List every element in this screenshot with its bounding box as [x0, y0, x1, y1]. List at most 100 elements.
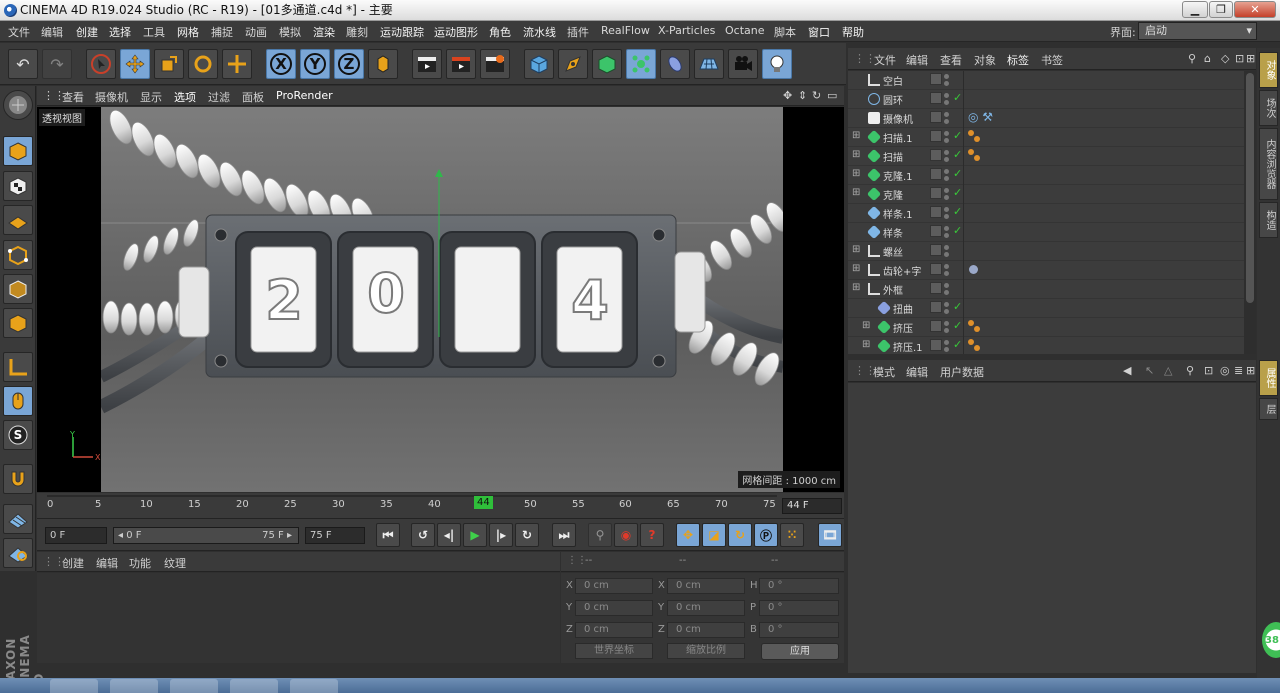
start-frame-field[interactable]: 0 F — [45, 527, 107, 544]
render-visibility-dot[interactable] — [944, 100, 949, 105]
object-menu-bookmarks[interactable]: 书签 — [1041, 52, 1063, 68]
lock-workplane-button[interactable] — [3, 504, 33, 534]
new-panel-icon[interactable]: ⊞ — [1246, 52, 1255, 65]
menu-render[interactable]: 渲染 — [313, 24, 335, 40]
object-row[interactable]: 样条 ✓ — [848, 223, 1244, 242]
render-visibility-dot[interactable] — [944, 81, 949, 86]
y-axis-button[interactable]: Y — [300, 49, 330, 79]
viewport-menu-options[interactable]: 选项 — [174, 89, 196, 105]
layer-toggle[interactable] — [930, 92, 942, 104]
object-row[interactable]: ⊞ 挤压.1 ✓ — [848, 337, 1244, 354]
object-menu-file[interactable]: 文件 — [874, 52, 896, 68]
attr-new-panel-icon[interactable]: ⊞ — [1246, 364, 1255, 377]
render-visibility-dot[interactable] — [944, 119, 949, 124]
expand-icon[interactable]: ⊞ — [852, 244, 860, 255]
menu-simulate[interactable]: 模拟 — [279, 24, 301, 40]
layout-select[interactable]: 启动 ▾ — [1138, 22, 1257, 40]
object-list-scrollbar[interactable] — [1244, 71, 1256, 354]
cube-object-button[interactable] — [524, 49, 554, 79]
workplane-mode-button[interactable] — [3, 205, 33, 235]
close-button[interactable]: ✕ — [1234, 1, 1276, 18]
enabled-check-icon[interactable]: ✓ — [953, 91, 962, 104]
editor-visibility-dot[interactable] — [944, 112, 949, 117]
editor-visibility-dot[interactable] — [944, 188, 949, 193]
enabled-check-icon[interactable]: ✓ — [953, 338, 962, 351]
attr-search-icon[interactable]: ⚲ — [1186, 364, 1194, 377]
expand-icon[interactable]: ⊞ — [852, 263, 860, 274]
viewport-move-icon[interactable]: ✥ — [783, 89, 792, 102]
render-view-button[interactable] — [412, 49, 442, 79]
expand-icon[interactable]: ⊞ — [852, 130, 860, 141]
deformer-button[interactable] — [660, 49, 690, 79]
taskbar-app-4[interactable] — [230, 679, 278, 693]
menu-motion-tracking[interactable]: 运动跟踪 — [380, 24, 424, 40]
select-tool-button[interactable] — [86, 49, 116, 79]
material-menu-edit[interactable]: 编辑 — [96, 555, 118, 571]
timeline-window-button[interactable]: 🎞 — [818, 523, 842, 547]
go-to-end-button[interactable]: ⏭ — [552, 523, 576, 547]
menu-octane[interactable]: Octane — [725, 24, 765, 37]
make-editable-button[interactable] — [3, 90, 33, 120]
editor-visibility-dot[interactable] — [944, 340, 949, 345]
object-menu-objects[interactable]: 对象 — [974, 52, 996, 68]
object-row[interactable]: 空白 — [848, 71, 1244, 90]
model-mode-button[interactable] — [3, 136, 33, 166]
object-row[interactable]: ⊞ 齿轮+字 — [848, 261, 1244, 280]
menu-window[interactable]: 窗口 — [808, 24, 830, 40]
menu-realflow[interactable]: RealFlow — [601, 24, 650, 37]
polygons-mode-button[interactable] — [3, 308, 33, 338]
record-active-button[interactable]: ◉ — [614, 523, 638, 547]
viewport-menu-display[interactable]: 显示 — [140, 89, 162, 105]
target-tag-icon[interactable]: ◎ ⚒ — [968, 110, 993, 124]
record-keys-button[interactable]: ⚲ — [588, 523, 612, 547]
render-visibility-dot[interactable] — [944, 309, 949, 314]
taskbar-app-1[interactable] — [50, 679, 98, 693]
layer-toggle[interactable] — [930, 130, 942, 142]
tab-structure[interactable]: 构造 — [1259, 202, 1278, 238]
menu-select[interactable]: 选择 — [109, 24, 131, 40]
filter-icon[interactable]: ◇ — [1221, 52, 1229, 65]
layer-toggle[interactable] — [930, 111, 942, 123]
menu-file[interactable]: 文件 — [8, 24, 30, 40]
render-settings-button[interactable] — [480, 49, 510, 79]
key-parameter-button[interactable]: Ⓟ — [754, 523, 778, 547]
attr-menu-icon[interactable]: ≣ — [1234, 364, 1243, 377]
key-scale-button[interactable]: ◪ — [702, 523, 726, 547]
tab-objects[interactable]: 对象 — [1259, 52, 1278, 88]
layer-toggle[interactable] — [930, 320, 942, 332]
menu-help[interactable]: 帮助 — [842, 24, 864, 40]
layer-toggle[interactable] — [930, 339, 942, 351]
home-icon[interactable]: ⌂ — [1204, 52, 1211, 65]
menu-script[interactable]: 脚本 — [774, 24, 796, 40]
expand-icon[interactable]: ⊞ — [862, 320, 870, 331]
redo-button[interactable]: ↷ — [42, 49, 72, 79]
object-row[interactable]: ⊞ 挤压 ✓ — [848, 318, 1244, 337]
viewport-maximize-icon[interactable]: ▭ — [827, 89, 837, 102]
expand-icon[interactable]: ⊞ — [852, 187, 860, 198]
object-row[interactable]: ⊞ 克隆 ✓ — [848, 185, 1244, 204]
attributes-menu-user-data[interactable]: 用户数据 — [940, 364, 984, 380]
pos-z-field[interactable]: 0 cm — [575, 622, 653, 638]
menu-character[interactable]: 角色 — [489, 24, 511, 40]
material-menu-create[interactable]: 创建 — [62, 555, 84, 571]
size-x-field[interactable]: 0 cm — [667, 578, 745, 594]
menu-mesh[interactable]: 网格 — [177, 24, 199, 40]
pos-x-field[interactable]: 0 cm — [575, 578, 653, 594]
viewport-menu-view[interactable]: 查看 — [62, 89, 84, 105]
editor-visibility-dot[interactable] — [944, 264, 949, 269]
next-keyframe-button[interactable]: ↻ — [515, 523, 539, 547]
taskbar-app-3[interactable] — [170, 679, 218, 693]
tweak-mode-button[interactable] — [3, 386, 33, 416]
layer-toggle[interactable] — [930, 206, 942, 218]
menu-plugins[interactable]: 插件 — [567, 24, 589, 40]
z-axis-button[interactable]: Z — [334, 49, 364, 79]
editor-visibility-dot[interactable] — [944, 150, 949, 155]
object-row[interactable]: ⊞ 扫描.1 ✓ — [848, 128, 1244, 147]
editor-visibility-dot[interactable] — [944, 207, 949, 212]
render-visibility-dot[interactable] — [944, 271, 949, 276]
enabled-check-icon[interactable]: ✓ — [953, 300, 962, 313]
attr-lock-icon[interactable]: ⊡ — [1204, 364, 1213, 377]
enabled-check-icon[interactable]: ✓ — [953, 167, 962, 180]
points-mode-button[interactable] — [3, 240, 33, 270]
rot-p-field[interactable]: 0 ° — [759, 600, 839, 616]
